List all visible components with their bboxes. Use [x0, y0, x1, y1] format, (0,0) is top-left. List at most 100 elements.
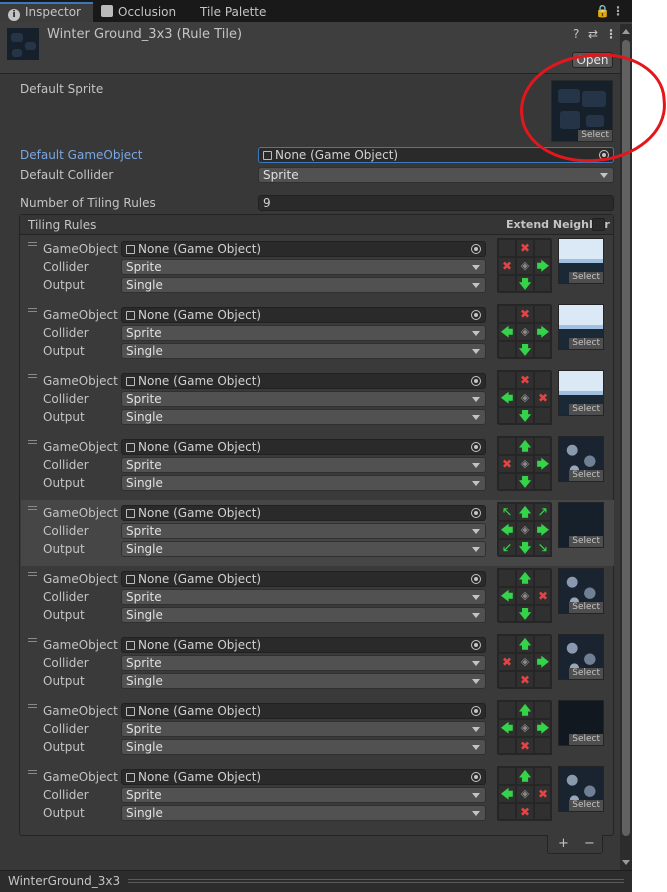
rule-gameobject-field[interactable]: None (Game Object): [121, 703, 486, 719]
rule-collider-dropdown[interactable]: Sprite: [121, 325, 486, 341]
arrow-up-icon[interactable]: 🡅: [516, 503, 534, 521]
rule-sprite-select-button[interactable]: Select: [569, 536, 603, 547]
add-rule-button[interactable]: +: [558, 836, 569, 851]
default-gameobject-field[interactable]: None (Game Object): [258, 147, 614, 163]
tab-occlusion[interactable]: Occlusion: [93, 2, 185, 22]
open-button[interactable]: Open: [572, 52, 613, 68]
help-icon[interactable]: ?: [573, 27, 579, 41]
drag-handle-icon[interactable]: [28, 440, 37, 444]
neighbor-cell-empty[interactable]: [534, 275, 552, 293]
rule-sprite-field[interactable]: Select: [558, 304, 604, 350]
object-picker-icon[interactable]: [471, 442, 481, 452]
object-picker-icon[interactable]: [471, 310, 481, 320]
center-tile-icon[interactable]: ◈: [516, 587, 534, 605]
more-menu-icon[interactable]: ⋮: [612, 4, 624, 18]
rule-sprite-select-button[interactable]: Select: [569, 470, 603, 481]
tiling-rule-row[interactable]: GameObject Collider Output None (Game Ob…: [21, 698, 614, 764]
not-neighbor-x-icon[interactable]: ✖: [516, 239, 534, 257]
object-picker-icon[interactable]: [471, 244, 481, 254]
neighbor-cell-empty[interactable]: [498, 371, 516, 389]
neighbor-cell-empty[interactable]: [498, 407, 516, 425]
vertical-scrollbar[interactable]: [620, 24, 632, 870]
rule-output-dropdown[interactable]: Single: [121, 607, 486, 623]
tiling-rule-row[interactable]: GameObject Collider Output None (Game Ob…: [21, 500, 614, 566]
object-picker-icon[interactable]: [471, 706, 481, 716]
arrow-up-right-icon[interactable]: 🡕: [534, 503, 552, 521]
rule-sprite-select-button[interactable]: Select: [569, 668, 603, 679]
arrow-right-icon[interactable]: 🡆: [534, 521, 552, 539]
drag-handle-icon[interactable]: [28, 308, 37, 312]
rule-gameobject-field[interactable]: None (Game Object): [121, 505, 486, 521]
remove-rule-button[interactable]: −: [584, 836, 595, 851]
rule-collider-dropdown[interactable]: Sprite: [121, 457, 486, 473]
not-neighbor-x-icon[interactable]: ✖: [534, 389, 552, 407]
tab-tile-palette[interactable]: Tile Palette: [192, 2, 282, 22]
rule-sprite-field[interactable]: Select: [558, 568, 604, 614]
rule-output-dropdown[interactable]: Single: [121, 805, 486, 821]
neighbor-cell-empty[interactable]: [534, 341, 552, 359]
rule-sprite-field[interactable]: Select: [558, 700, 604, 746]
center-tile-icon[interactable]: ◈: [516, 719, 534, 737]
neighbor-cell-empty[interactable]: [534, 737, 552, 755]
tiling-rule-row[interactable]: GameObject Collider Output None (Game Ob…: [21, 764, 614, 830]
rule-gameobject-field[interactable]: None (Game Object): [121, 439, 486, 455]
rule-sprite-select-button[interactable]: Select: [569, 272, 603, 283]
arrow-down-icon[interactable]: 🡇: [516, 605, 534, 623]
rule-gameobject-field[interactable]: None (Game Object): [121, 571, 486, 587]
neighbor-cell-empty[interactable]: [498, 437, 516, 455]
neighbor-cell-empty[interactable]: [498, 305, 516, 323]
neighbor-cell-empty[interactable]: [534, 437, 552, 455]
object-picker-icon[interactable]: [471, 376, 481, 386]
arrow-right-icon[interactable]: 🡆: [534, 653, 552, 671]
drag-handle-icon[interactable]: [28, 638, 37, 642]
not-neighbor-x-icon[interactable]: ✖: [498, 455, 516, 473]
neighbor-cell-empty[interactable]: [534, 473, 552, 491]
rule-output-dropdown[interactable]: Single: [121, 541, 486, 557]
rule-output-dropdown[interactable]: Single: [121, 409, 486, 425]
rule-collider-dropdown[interactable]: Sprite: [121, 721, 486, 737]
rule-gameobject-field[interactable]: None (Game Object): [121, 373, 486, 389]
center-tile-icon[interactable]: ◈: [516, 389, 534, 407]
neighbor-cell-empty[interactable]: [534, 671, 552, 689]
rule-sprite-field[interactable]: Select: [558, 766, 604, 812]
rule-output-dropdown[interactable]: Single: [121, 277, 486, 293]
not-neighbor-x-icon[interactable]: ✖: [516, 671, 534, 689]
rule-sprite-field[interactable]: Select: [558, 634, 604, 680]
neighbor-cell-empty[interactable]: [534, 569, 552, 587]
neighbor-cell-empty[interactable]: [498, 635, 516, 653]
arrow-right-icon[interactable]: 🡆: [534, 455, 552, 473]
neighbor-cell-empty[interactable]: [498, 605, 516, 623]
neighbor-cell-empty[interactable]: [498, 767, 516, 785]
arrow-left-icon[interactable]: 🡄: [498, 323, 516, 341]
rule-collider-dropdown[interactable]: Sprite: [121, 523, 486, 539]
context-menu-icon[interactable]: ⋮: [605, 27, 617, 41]
drag-handle-icon[interactable]: [28, 242, 37, 246]
neighbor-cell-empty[interactable]: [498, 473, 516, 491]
object-picker-icon[interactable]: [471, 640, 481, 650]
neighbor-cell-empty[interactable]: [534, 305, 552, 323]
neighbor-cell-empty[interactable]: [498, 671, 516, 689]
not-neighbor-x-icon[interactable]: ✖: [534, 587, 552, 605]
arrow-left-icon[interactable]: 🡄: [498, 521, 516, 539]
object-picker-icon[interactable]: [471, 508, 481, 518]
rule-collider-dropdown[interactable]: Sprite: [121, 655, 486, 671]
scroll-down-arrow-icon[interactable]: [622, 860, 630, 865]
neighbor-cell-empty[interactable]: [534, 605, 552, 623]
drag-handle-icon[interactable]: [28, 506, 37, 510]
center-tile-icon[interactable]: ◈: [516, 455, 534, 473]
scroll-up-arrow-icon[interactable]: [622, 29, 630, 34]
rule-sprite-select-button[interactable]: Select: [569, 338, 603, 349]
arrow-left-icon[interactable]: 🡄: [498, 587, 516, 605]
arrow-up-icon[interactable]: 🡅: [516, 437, 534, 455]
center-tile-icon[interactable]: ◈: [516, 323, 534, 341]
not-neighbor-x-icon[interactable]: ✖: [516, 371, 534, 389]
object-picker-icon[interactable]: [599, 150, 609, 160]
rule-collider-dropdown[interactable]: Sprite: [121, 787, 486, 803]
neighbor-cell-empty[interactable]: [498, 737, 516, 755]
not-neighbor-x-icon[interactable]: ✖: [516, 737, 534, 755]
arrow-down-icon[interactable]: 🡇: [516, 341, 534, 359]
neighbor-cell-empty[interactable]: [534, 767, 552, 785]
footer-drag-handle[interactable]: [128, 879, 624, 883]
rule-output-dropdown[interactable]: Single: [121, 739, 486, 755]
arrow-down-left-icon[interactable]: 🡗: [498, 539, 516, 557]
